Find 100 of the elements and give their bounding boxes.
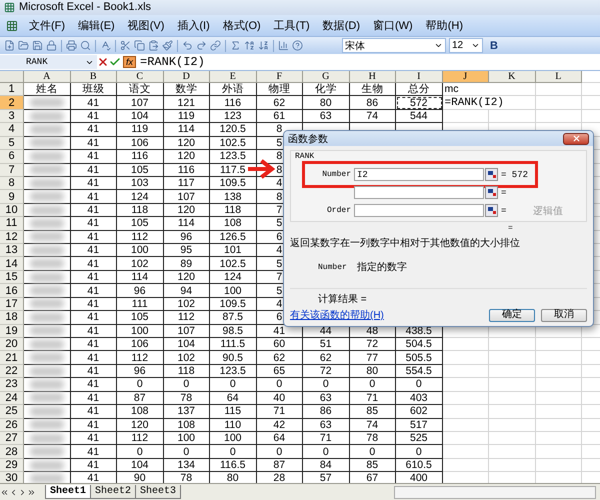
- column-header[interactable]: G: [303, 71, 350, 83]
- row-header[interactable]: 19: [0, 324, 24, 338]
- table-cell: 118: [117, 204, 164, 218]
- row-header[interactable]: 3: [0, 110, 24, 124]
- row-header[interactable]: 9: [0, 190, 24, 204]
- brush-icon[interactable]: [162, 40, 173, 51]
- row-header[interactable]: 24: [0, 392, 24, 406]
- menu-item[interactable]: 插入(I): [175, 16, 212, 35]
- save-icon[interactable]: [32, 40, 43, 51]
- close-button[interactable]: [563, 132, 589, 144]
- previous-sheet-icon[interactable]: [9, 488, 18, 496]
- row-header[interactable]: 16: [0, 284, 24, 298]
- row-header[interactable]: 4: [0, 123, 24, 137]
- input-field[interactable]: [354, 186, 484, 199]
- row-header[interactable]: 2: [0, 96, 24, 110]
- row-header[interactable]: 10: [0, 204, 24, 218]
- font-size-dropdown[interactable]: 12: [449, 38, 483, 53]
- help-icon[interactable]: [292, 40, 303, 51]
- collapse-dialog-button[interactable]: [485, 168, 498, 181]
- first-sheet-icon[interactable]: [0, 488, 9, 496]
- column-header[interactable]: I: [396, 71, 442, 83]
- link-icon[interactable]: [210, 40, 221, 51]
- dialog-button[interactable]: 确定: [489, 308, 535, 322]
- next-sheet-icon[interactable]: [18, 488, 27, 496]
- row-header[interactable]: 22: [0, 364, 24, 378]
- row-header[interactable]: 26: [0, 418, 24, 432]
- row-header[interactable]: 23: [0, 378, 24, 392]
- column-header[interactable]: B: [70, 71, 117, 83]
- column-header[interactable]: L: [536, 71, 582, 83]
- column-header[interactable]: F: [256, 71, 303, 83]
- row-header[interactable]: 28: [0, 445, 24, 459]
- undo-icon[interactable]: [182, 40, 193, 51]
- input-field[interactable]: [354, 204, 484, 217]
- row-header[interactable]: 15: [0, 270, 24, 284]
- sort-descending-icon[interactable]: [258, 40, 269, 51]
- row-header[interactable]: 25: [0, 405, 24, 419]
- chart-icon[interactable]: [278, 40, 289, 51]
- input-field[interactable]: I2: [354, 168, 484, 181]
- enter-icon[interactable]: [109, 56, 121, 68]
- collapse-dialog-button[interactable]: [485, 186, 498, 199]
- name-box[interactable]: RANK: [0, 55, 97, 69]
- printer-icon[interactable]: [66, 40, 77, 51]
- menu-item[interactable]: 帮助(H): [424, 16, 465, 35]
- row-header[interactable]: 6: [0, 150, 24, 164]
- row-header[interactable]: 7: [0, 164, 24, 177]
- column-header[interactable]: C: [117, 71, 164, 83]
- formula-text[interactable]: =RANK(I2): [140, 55, 205, 69]
- collapse-dialog-button[interactable]: [485, 204, 498, 217]
- row-header[interactable]: 17: [0, 298, 24, 312]
- column-header[interactable]: J: [442, 71, 489, 83]
- sheet-tab[interactable]: Sheet1: [45, 485, 92, 499]
- table-cell: 120: [117, 418, 164, 432]
- menu-item[interactable]: 编辑(E): [76, 16, 117, 35]
- copy-icon[interactable]: [134, 40, 145, 51]
- row-header[interactable]: 30: [0, 472, 24, 483]
- cancel-icon[interactable]: [97, 56, 109, 68]
- bold-button[interactable]: B: [490, 40, 498, 52]
- cut-icon[interactable]: [120, 40, 131, 51]
- open-folder-icon[interactable]: [18, 40, 29, 51]
- row-header[interactable]: 5: [0, 136, 24, 150]
- redo-icon[interactable]: [196, 40, 207, 51]
- row-header[interactable]: 18: [0, 311, 24, 325]
- spellcheck-icon[interactable]: [100, 40, 111, 51]
- new-file-icon[interactable]: [4, 40, 15, 51]
- row-header[interactable]: 12: [0, 230, 24, 244]
- row-header[interactable]: 1: [0, 83, 24, 96]
- row-header[interactable]: 27: [0, 432, 24, 446]
- menu-item[interactable]: 格式(O): [220, 16, 263, 35]
- menu-item[interactable]: 窗口(W): [371, 16, 415, 35]
- column-header[interactable]: D: [164, 71, 210, 83]
- print-preview-icon[interactable]: [80, 40, 91, 51]
- last-sheet-icon[interactable]: [27, 488, 36, 496]
- sort-ascending-icon[interactable]: [244, 40, 255, 51]
- horizontal-scrollbar[interactable]: [394, 486, 596, 498]
- column-header[interactable]: A: [24, 71, 70, 83]
- table-cell: 134: [164, 458, 210, 472]
- column-header[interactable]: H: [350, 71, 396, 83]
- menu-item[interactable]: 数据(D): [320, 16, 362, 35]
- menu-item[interactable]: 工具(T): [272, 16, 312, 35]
- row-header[interactable]: 14: [0, 257, 24, 271]
- column-header[interactable]: E: [210, 71, 256, 83]
- dialog-button[interactable]: 取消: [541, 308, 587, 322]
- paste-icon[interactable]: [148, 40, 159, 51]
- sheet-icon[interactable]: [6, 20, 18, 32]
- sheet-tab[interactable]: Sheet3: [135, 485, 182, 499]
- row-header[interactable]: 11: [0, 217, 24, 231]
- row-header[interactable]: 29: [0, 458, 24, 472]
- menu-item[interactable]: 文件(F): [27, 16, 68, 35]
- sum-icon[interactable]: [230, 40, 241, 51]
- sheet-tab[interactable]: Sheet2: [90, 485, 136, 499]
- row-header[interactable]: 20: [0, 338, 24, 352]
- row-header[interactable]: 13: [0, 244, 24, 258]
- row-header[interactable]: 21: [0, 351, 24, 365]
- lock-icon[interactable]: [46, 40, 57, 51]
- row-header[interactable]: 8: [0, 176, 24, 190]
- insert-function-button[interactable]: fx: [123, 56, 136, 68]
- font-dropdown[interactable]: 宋体: [342, 38, 446, 53]
- menu-item[interactable]: 视图(V): [126, 16, 166, 35]
- column-header[interactable]: K: [489, 71, 536, 83]
- select-all-corner[interactable]: [0, 71, 24, 83]
